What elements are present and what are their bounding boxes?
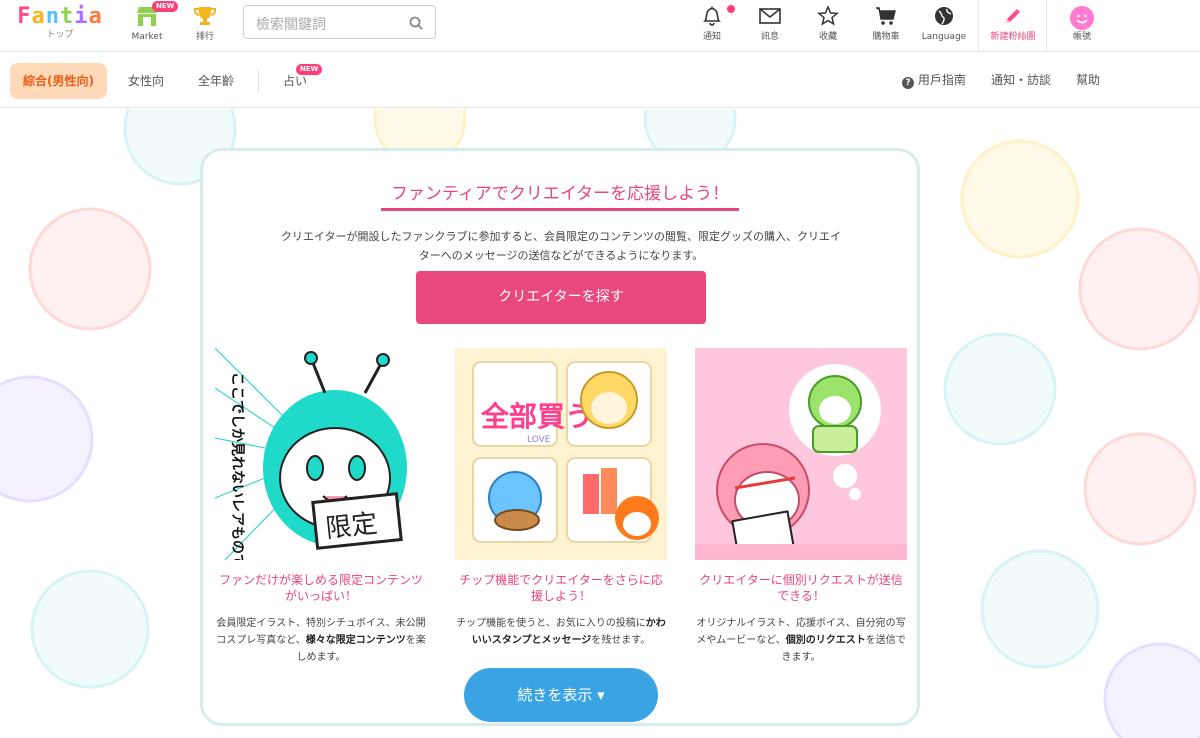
search-icon[interactable] [409, 15, 423, 34]
notification-dot [727, 5, 735, 13]
feature-card: 全部買う LOVE チップ機能でクリエイターをさらに応援しよう！ チップ機能を使… [455, 348, 667, 649]
new-badge: NEW [296, 64, 323, 75]
create-fanclub-label: 新建粉絲團 [990, 32, 1036, 42]
user-guide-label: 用戶指南 [917, 73, 966, 87]
feature-description-bold: 様々な限定コンテンツ [305, 635, 406, 646]
cart-label: 購物車 [872, 32, 900, 42]
ranking-label: 排行 [195, 32, 214, 42]
create-fanclub-nav[interactable]: 新建粉絲團 [986, 0, 1040, 52]
favorites-label: 收藏 [818, 32, 837, 42]
market-label: Market [131, 32, 163, 42]
feature-description: 会員限定イラスト、特別シチュボイス、未公開コスプレ写真など、様々な限定コンテンツ… [215, 615, 427, 666]
feature-card: 限定 ここでしか見れないレアものですわ！ ファンだけが楽しめる限定コンテンツがい… [215, 348, 427, 666]
tab-fortune-label: 占い [282, 74, 307, 88]
tab-divider [258, 70, 259, 92]
help-icon: ? [902, 77, 914, 89]
search-input[interactable]: 檢索關鍵詞 [243, 5, 436, 39]
exclusive-sign-text: 限定 [324, 509, 379, 544]
feature-description: チップ機能を使うと、お気に入りの投稿にかわいいスタンプとメッセージを残せます。 [455, 615, 667, 649]
news-interview-link[interactable]: 通知・訪談 [991, 71, 1051, 89]
logo-wordmark: Fantia [17, 4, 103, 29]
feature-card: クリエイターに個別リクエストが送信できる！ オリジナルイラスト、応援ボイス、自分… [695, 348, 907, 666]
search-placeholder: 檢索關鍵詞 [256, 17, 326, 33]
exclusive-speech-text: ここでしか見れないレアものですわ！ [229, 372, 245, 560]
intro-description-line: ターへのメッセージの送信などができるようになります。 [418, 249, 704, 262]
header-divider [978, 0, 979, 52]
avatar-icon [1060, 5, 1104, 31]
title-underline [381, 208, 739, 211]
intro-description: クリエイターが開設したファンクラブに参加すると、会員限定のコンテンツの閲覧、限定… [248, 227, 874, 265]
globe-icon [920, 5, 968, 31]
language-nav[interactable]: Language [920, 0, 968, 52]
help-link[interactable]: 幫助 [1076, 71, 1100, 89]
cart-nav[interactable]: 購物車 [866, 0, 906, 52]
messages-label: 訊息 [760, 32, 779, 42]
account-label: 帳號 [1072, 32, 1091, 42]
buy-all-stamp-text: 全部買う [480, 400, 593, 433]
feature-title: ファンだけが楽しめる限定コンテンツがいっぱい！ [218, 573, 423, 603]
star-icon [810, 5, 846, 31]
market-nav[interactable]: Market NEW [126, 0, 179, 52]
logo-subtitle: トップ [46, 30, 74, 40]
favorites-nav[interactable]: 收藏 [810, 0, 846, 52]
intro-title: ファンティアでクリエイターを応援しよう！ [390, 184, 730, 204]
bell-icon [694, 5, 730, 31]
mail-icon [752, 5, 788, 31]
pencil-icon [986, 5, 1040, 31]
account-nav[interactable]: 帳號 [1060, 0, 1104, 52]
header-divider [1046, 0, 1047, 52]
notifications-nav[interactable]: 通知 [694, 0, 735, 52]
feature-description-text: チップ機能を使うと、お気に入りの投稿に [456, 618, 646, 629]
feature-title: クリエイターに個別リクエストが送信できる！ [699, 573, 903, 603]
intro-card: ファンティアでクリエイターを応援しよう！ クリエイターが開設したファンクラブに参… [200, 148, 920, 726]
feature-description-text: を残せます。 [591, 635, 651, 646]
ranking-nav[interactable]: 排行 [186, 0, 224, 52]
fantia-logo[interactable]: Fantia トップ [10, 4, 110, 44]
feature-title: チップ機能でクリエイターをさらに応援しよう！ [459, 573, 663, 603]
notifications-label: 通知 [702, 32, 721, 42]
exclusive-content-illustration: 限定 ここでしか見れないレアものですわ！ [215, 348, 427, 560]
tab-female[interactable]: 女性向 [118, 63, 174, 99]
feature-description: オリジナルイラスト、応援ボイス、自分宛の写メやムービーなど、個別のリクエストを送… [695, 615, 907, 666]
new-badge: NEW [152, 1, 179, 12]
user-guide-link[interactable]: ? 用戶指南 [902, 71, 966, 89]
feature-description-bold: 個別のリクエスト [785, 635, 866, 646]
request-feature-illustration [695, 348, 907, 560]
top-header: Fantia トップ Market NEW 排行 檢索關鍵詞 通知 訊息 收藏 … [0, 0, 1200, 52]
tab-general-male[interactable]: 綜合(男性向) [10, 63, 107, 99]
find-creators-button[interactable]: クリエイターを探す [416, 271, 706, 324]
love-stamp-text: LOVE [527, 435, 551, 445]
trophy-icon [186, 5, 224, 31]
messages-nav[interactable]: 訊息 [752, 0, 788, 52]
language-label: Language [921, 32, 967, 42]
cart-icon [866, 5, 906, 31]
tip-feature-illustration: 全部買う LOVE [455, 348, 667, 560]
intro-description-line: クリエイターが開設したファンクラブに参加すると、会員限定のコンテンツの閲覧、限定… [280, 230, 842, 243]
category-nav: 綜合(男性向) 女性向 全年齡 占い NEW ? 用戶指南 通知・訪談 幫助 [0, 52, 1200, 108]
show-more-button[interactable]: 続きを表示 ▾ [464, 668, 658, 722]
tab-all-ages[interactable]: 全年齡 [188, 63, 244, 99]
